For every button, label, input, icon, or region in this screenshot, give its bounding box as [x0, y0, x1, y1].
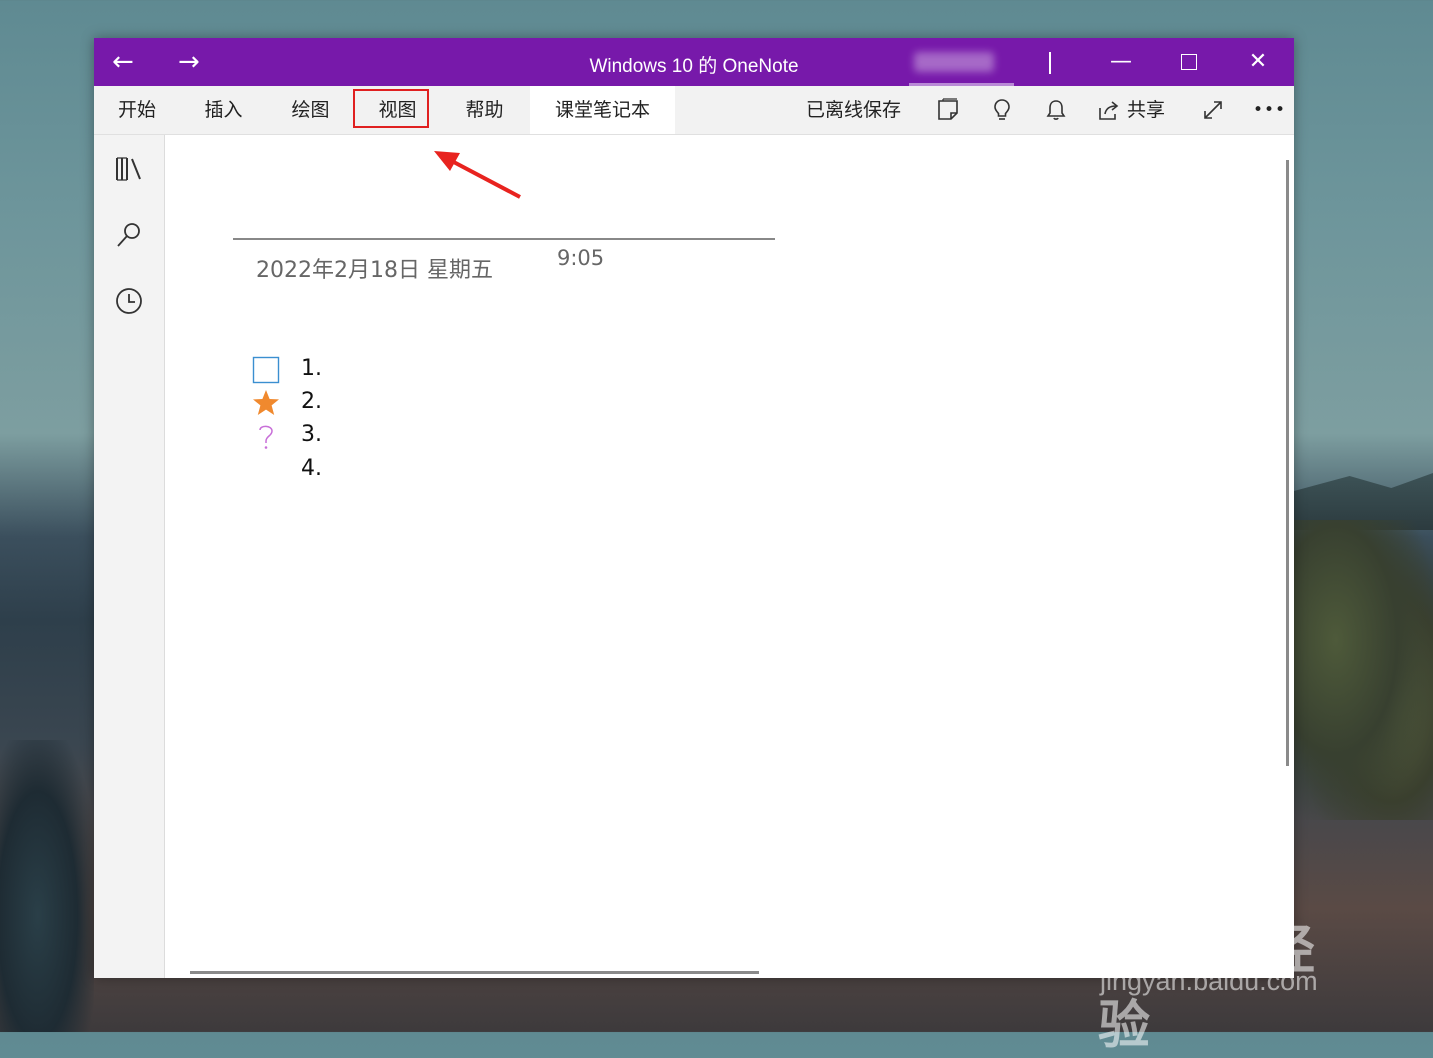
page-date: 2022年2月18日 星期五: [256, 258, 493, 283]
background-rocks: [1294, 520, 1433, 820]
baidu-watermark: Baidu 经验 jingyan.baidu.com: [1098, 880, 1358, 1055]
onenote-window: ← → Windows 10 的 OneNote — ✕ 开始 插入 绘图 视图…: [94, 38, 1294, 978]
titlebar-separator: [1049, 52, 1051, 74]
navigation-sidebar: [94, 135, 165, 978]
sync-status: 已离线保存: [806, 99, 902, 121]
red-annotation-arrow: [434, 151, 521, 199]
ribbon-bar: 开始 插入 绘图 视图 帮助 课堂笔记本 已离线保存 共享 •••: [94, 86, 1294, 135]
tab-help[interactable]: 帮助: [441, 86, 528, 134]
share-icon[interactable]: [1097, 98, 1121, 122]
tab-class-notebook[interactable]: 课堂笔记本: [530, 86, 675, 134]
tab-insert[interactable]: 插入: [180, 86, 267, 134]
lightbulb-icon[interactable]: [990, 98, 1014, 122]
vertical-scrollbar[interactable]: [1286, 160, 1289, 766]
horizontal-scrollbar[interactable]: [190, 971, 759, 974]
page-title-underline: [233, 238, 775, 240]
recent-clock-icon[interactable]: [114, 286, 144, 316]
list-item: 2.: [301, 389, 322, 414]
list-item: 1.: [301, 356, 322, 381]
watermark-url: jingyan.baidu.com: [1100, 966, 1318, 996]
tab-home[interactable]: 开始: [94, 86, 180, 134]
maximize-button[interactable]: [1169, 48, 1209, 78]
share-button[interactable]: 共享: [1127, 86, 1165, 134]
checkbox-icon[interactable]: [252, 356, 280, 384]
list-item: 4.: [301, 456, 322, 481]
minimize-button[interactable]: —: [1101, 48, 1141, 76]
account-name-blurred[interactable]: [914, 52, 994, 72]
title-bar: ← → Windows 10 的 OneNote — ✕: [94, 38, 1294, 86]
list-item: 3.: [301, 422, 322, 447]
fullscreen-expand-icon[interactable]: [1201, 98, 1225, 122]
view-tab-highlight: [353, 89, 429, 128]
star-icon: [253, 390, 279, 415]
search-icon[interactable]: [114, 220, 144, 250]
page-time: 9:05: [557, 246, 605, 270]
notebooks-icon[interactable]: [114, 154, 144, 184]
more-options-button[interactable]: •••: [1253, 86, 1286, 134]
background-rocks-left: [0, 740, 94, 1032]
sticky-notes-icon[interactable]: [936, 98, 960, 122]
maximize-icon: [1181, 54, 1197, 70]
tab-draw[interactable]: 绘图: [267, 86, 354, 134]
question-icon: [259, 425, 273, 449]
bell-icon[interactable]: [1044, 98, 1068, 122]
close-button[interactable]: ✕: [1238, 48, 1278, 76]
